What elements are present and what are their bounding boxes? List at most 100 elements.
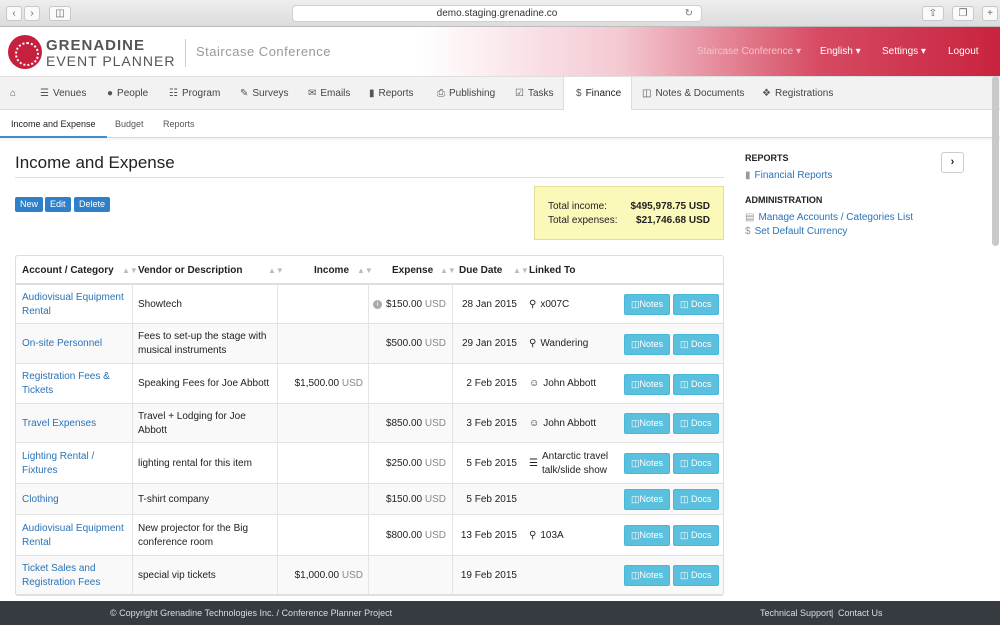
column-divider [452,364,453,403]
nav-finance[interactable]: $ Finance [563,77,632,111]
docs-button[interactable]: ◫ Docs [673,334,719,355]
tabs-icon[interactable]: ❐ [952,6,974,21]
table-row[interactable]: Clothing T-shirt company $150.00 USD 5 Feb … [16,484,723,515]
nav-notes-documents[interactable]: ◫ Notes & Documents [642,77,744,110]
category-link[interactable]: Lighting Rental / Fixtures [22,443,128,484]
back-icon[interactable]: ‹ [6,6,22,21]
docs-button[interactable]: ◫ Docs [673,453,719,474]
forward-icon[interactable]: › [24,6,40,21]
notes-button[interactable]: ◫Notes [624,565,671,586]
reload-icon[interactable]: ↻ [685,6,693,21]
settings-dropdown[interactable]: Settings ▾ [882,46,926,57]
docs-button[interactable]: ◫ Docs [673,489,719,510]
nav-reports[interactable]: ▮ Reports [369,77,414,110]
subnav-income-expense[interactable]: Income and Expense [0,110,107,138]
notes-button[interactable]: ◫Notes [624,453,671,474]
grenadine-logo-icon[interactable] [8,35,42,69]
nav-label: Venues [52,88,87,99]
linked-to: ⚲ x007C [529,285,619,324]
file-icon: ◫ [631,379,640,389]
sort-icon[interactable]: ▲▼ [440,266,456,275]
docs-button[interactable]: ◫ Docs [673,525,719,546]
logout-link[interactable]: Logout [948,46,979,57]
user-icon: ● [107,88,114,99]
nav-home[interactable]: ⌂ [10,77,20,110]
home-icon: ⌂ [10,88,17,99]
conference-dropdown[interactable]: Staircase Conference ▾ [697,46,801,57]
expense-value: $500.00 USD [385,338,446,349]
table-row[interactable]: Registration Fees & Tickets Speaking Fees… [16,364,723,404]
new-button[interactable]: New [15,197,44,212]
col-category[interactable]: Account / Category [22,256,114,285]
nav-emails[interactable]: ✉ Emails [308,77,350,110]
nav-people[interactable]: ● People [107,77,148,110]
docs-button[interactable]: ◫ Docs [673,565,719,586]
docs-label: Docs [691,339,712,349]
nav-surveys[interactable]: ✎ Surveys [240,77,289,110]
table-row[interactable]: Audiovisual Equipment Rental New projecto… [16,515,723,556]
table-row[interactable]: Travel Expenses Travel + Lodging for Joe … [16,404,723,443]
col-due-date[interactable]: Due Date [459,256,502,285]
subnav-budget[interactable]: Budget [115,110,144,138]
pencil-icon: ✎ [240,88,249,99]
category-link[interactable]: Travel Expenses [22,404,128,443]
nav-program[interactable]: ☷ Program [169,77,220,110]
nav-publishing[interactable]: ⎙ Publishing [437,77,495,110]
currency-label: USD [424,417,446,429]
link-label: Financial Reports [754,170,833,181]
file-icon: ◫ [680,494,689,504]
category-link[interactable]: Audiovisual Equipment Rental [22,515,128,556]
category-link[interactable]: Clothing [22,484,128,515]
share-icon[interactable]: ⇧ [922,6,944,21]
manage-accounts-link[interactable]: ▤ Manage Accounts / Categories List [745,212,913,223]
nav-tasks[interactable]: ☑ Tasks [515,77,554,110]
sidebar-toggle-icon[interactable]: ◫ [49,6,71,21]
nav-registrations[interactable]: ❖ Registrations [762,77,833,110]
scrollbar[interactable] [992,76,999,246]
column-divider [368,556,369,594]
docs-label: Docs [691,494,712,504]
expense-value: $850.00 USD [385,417,446,429]
default-currency-link[interactable]: $ Set Default Currency [745,226,847,237]
notes-button[interactable]: ◫Notes [624,334,671,355]
contact-us-link[interactable]: Contact Us [838,601,883,625]
browser-toolbar: ‹ › ◫ demo.staging.grenadine.co ↻ ⇧ ❐ + [0,0,1000,27]
notes-button[interactable]: ◫Notes [624,374,671,395]
column-divider [132,324,133,363]
notes-button[interactable]: ◫Notes [624,489,671,510]
table-row[interactable]: On-site Personnel Fees to set-up the stag… [16,324,723,364]
category-link[interactable]: On-site Personnel [22,324,128,364]
address-bar[interactable]: demo.staging.grenadine.co ↻ [292,5,702,22]
table-row[interactable]: Audiovisual Equipment Rental Showtech i $15… [16,285,723,324]
sort-icon[interactable]: ▲▼ [357,266,373,275]
docs-button[interactable]: ◫ Docs [673,374,719,395]
file-icon: ◫ [631,570,640,580]
category-link[interactable]: Ticket Sales and Registration Fees [22,556,128,595]
financial-reports-link[interactable]: ▮ Financial Reports [745,170,832,181]
notes-button[interactable]: ◫Notes [624,413,671,434]
new-tab-icon[interactable]: + [982,6,998,21]
col-vendor[interactable]: Vendor or Description [138,256,242,285]
sort-icon[interactable]: ▲▼ [513,266,529,275]
subnav-reports[interactable]: Reports [163,110,195,138]
info-icon[interactable]: i [372,300,382,309]
category-link[interactable]: Audiovisual Equipment Rental [22,285,128,324]
notes-button[interactable]: ◫Notes [624,294,671,315]
sort-icon[interactable]: ▲▼ [122,266,138,275]
technical-support-link[interactable]: Technical Support [760,601,832,625]
nav-venues[interactable]: ☰ Venues [40,77,86,110]
docs-button[interactable]: ◫ Docs [673,294,719,315]
docs-button[interactable]: ◫ Docs [673,413,719,434]
notes-button[interactable]: ◫Notes [624,525,671,546]
delete-button[interactable]: Delete [74,197,111,212]
col-expense[interactable]: Expense [392,256,433,285]
chevron-right-icon[interactable]: › [941,152,964,173]
category-link[interactable]: Registration Fees & Tickets [22,364,128,404]
edit-button[interactable]: Edit [45,197,71,212]
col-income[interactable]: Income [314,256,349,285]
table-row[interactable]: Lighting Rental / Fixtures lighting renta… [16,443,723,484]
table-row[interactable]: Ticket Sales and Registration Fees specia… [16,556,723,595]
sort-icon[interactable]: ▲▼ [268,266,284,275]
language-dropdown[interactable]: English ▾ [820,46,861,57]
link-label: Set Default Currency [754,226,848,237]
